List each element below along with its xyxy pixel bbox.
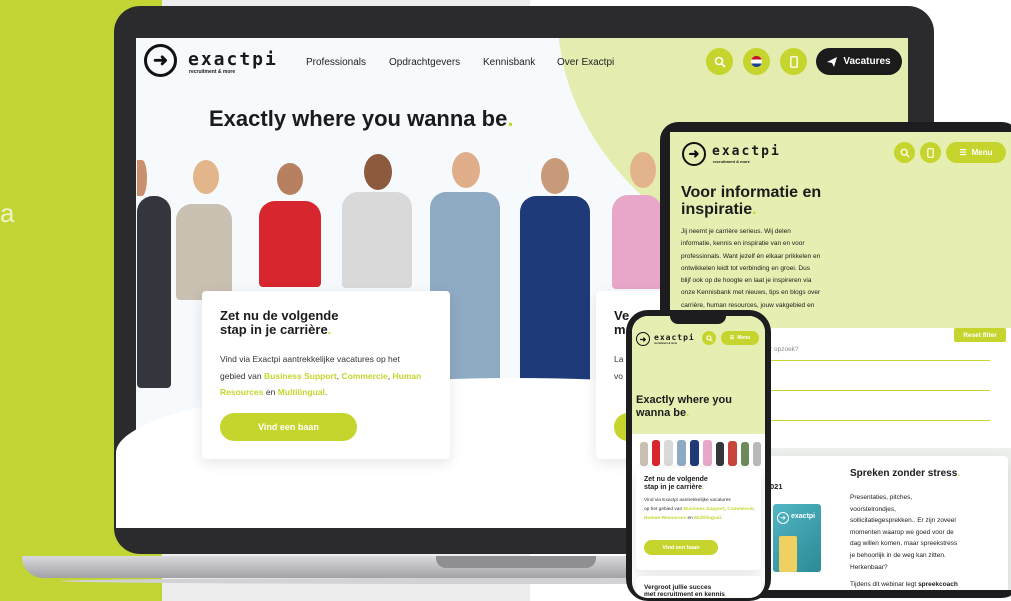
phone-link-business-support[interactable]: Business Support <box>684 507 725 512</box>
tablet-menu-button[interactable]: ☰ Menu <box>946 142 1006 163</box>
career-card-text: Vind via Exactpi aantrekkelijke vacature… <box>220 354 422 397</box>
phone-bottom-card: Vergroot jullie succes met recruitment e… <box>636 576 761 598</box>
phone-vind-een-baan-button[interactable]: Vind een baan <box>644 540 718 555</box>
vacatures-button[interactable]: Vacatures <box>816 48 902 75</box>
tablet-logo-tagline: recruitment & more <box>713 159 750 164</box>
phone-link-commercie[interactable]: Commercie <box>727 507 753 512</box>
link-business-support[interactable]: Business Support <box>264 371 337 381</box>
article-date: 021 <box>770 482 783 491</box>
phone-hamburger-icon: ☰ <box>729 335 735 341</box>
link-commercie[interactable]: Commercie <box>341 371 387 381</box>
field-underline-2 <box>770 390 990 391</box>
phone-people-illustration <box>636 430 764 466</box>
tablet-intro-text: Jij neemt je carrière serieus. Wij delen… <box>681 228 821 309</box>
vind-een-baan-button[interactable]: Vind een baan <box>220 413 357 441</box>
hero-title: Exactly where you wanna be. <box>209 106 514 131</box>
phone-screen: ➜ exactpi recruitment & more ☰ Menu Exac… <box>632 316 765 598</box>
tablet-search-field[interactable]: r opzoek? <box>770 346 799 353</box>
phone-logo-tagline: recruitment & more <box>654 342 678 345</box>
tablet-search-icon[interactable] <box>894 142 915 163</box>
career-card-title-1: Zet nu de volgende <box>220 308 339 323</box>
phone-logo-word[interactable]: exactpi <box>654 333 695 342</box>
career-card-title-2: stap in je carrière <box>220 322 328 337</box>
phone-search-icon[interactable] <box>702 331 716 345</box>
search-icon[interactable] <box>706 48 733 75</box>
webinar-body: Presentaties, pitches, voorstelrondjes, … <box>850 494 958 589</box>
tablet-logo-word[interactable]: exactpi <box>712 144 781 159</box>
laptop-logo-word[interactable]: exactpi <box>188 49 278 70</box>
phone-icon[interactable] <box>780 48 807 75</box>
nav-kennisbank[interactable]: Kennisbank <box>483 57 535 68</box>
phone-logo-arrow-icon[interactable]: ➜ <box>636 332 650 346</box>
nav-professionals[interactable]: Professionals <box>306 57 366 68</box>
tablet-title: Voor informatie en inspiratie. <box>681 184 822 218</box>
phone-career-card-text: Vind via Exactpi aantrekkelijke vacature… <box>644 498 755 521</box>
tablet-phone-icon[interactable] <box>920 142 941 163</box>
tablet-logo-arrow-icon[interactable]: ➜ <box>682 142 706 166</box>
laptop-logo-tagline: recruitment & more <box>189 69 236 75</box>
field-underline-3 <box>770 420 990 421</box>
hamburger-icon: ☰ <box>959 148 967 157</box>
vacatures-label: Vacatures <box>843 56 891 67</box>
phone-link-multilingual[interactable]: Multilingual <box>694 516 721 521</box>
phone-notch <box>670 314 726 324</box>
webinar-thumbnail[interactable]: ➜ exactpi <box>773 504 821 572</box>
phone-link-human-resources[interactable]: Human Resources <box>644 516 686 521</box>
logo-arrow-icon[interactable]: ➜ <box>144 44 177 77</box>
side-letter: a <box>0 198 15 228</box>
thumbnail-arrow-icon: ➜ <box>777 512 789 524</box>
nav-over-exactpi[interactable]: Over Exactpi <box>557 57 614 68</box>
field-underline-1 <box>770 360 990 361</box>
webinar-title[interactable]: Spreken zonder stress. <box>850 468 960 479</box>
career-card: Zet nu de volgende stap in je carrière. … <box>202 291 450 459</box>
reset-filter-button[interactable]: Reset filter <box>954 328 1006 342</box>
phone-hero-title: Exactly where you wanna be. <box>636 394 732 419</box>
laptop-notch <box>436 556 596 568</box>
send-icon <box>827 56 838 67</box>
phone-career-card: Zet nu de volgende stap in je carrière. … <box>636 468 761 570</box>
nav-opdrachtgevers[interactable]: Opdrachtgevers <box>389 57 460 68</box>
language-flag-icon[interactable] <box>743 48 770 75</box>
link-multilingual[interactable]: Multilingual <box>278 387 325 397</box>
phone-menu-button[interactable]: ☰ Menu <box>721 331 759 345</box>
